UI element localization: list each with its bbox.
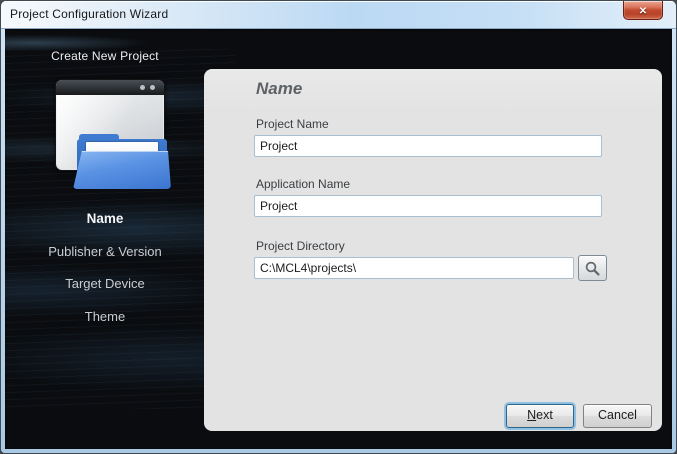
next-button-label: ext <box>536 408 553 422</box>
project-name-input[interactable] <box>254 135 602 157</box>
icon-window-titlebar <box>56 80 164 95</box>
sidebar-item-name[interactable]: Name <box>5 211 205 229</box>
step-panel: Name Project Name Application Name Proje… <box>204 69 662 431</box>
sidebar-item-publisher-version[interactable]: Publisher & Version <box>5 244 205 262</box>
project-directory-input[interactable] <box>254 257 574 279</box>
screen: Project Configuration Wizard ✕ Create Ne… <box>0 0 677 454</box>
project-directory-label: Project Directory <box>256 239 345 253</box>
sidebar-header: Create New Project <box>5 49 205 67</box>
open-folder-icon <box>73 133 171 189</box>
window-body: Create New Project Name Publisher & Vers… <box>1 29 676 453</box>
window-title: Project Configuration Wizard <box>10 7 168 21</box>
close-icon: ✕ <box>639 6 647 17</box>
sidebar-item-theme[interactable]: Theme <box>5 309 205 327</box>
application-name-label: Application Name <box>256 177 350 191</box>
folder-front <box>73 151 171 189</box>
titlebar[interactable]: Project Configuration Wizard ✕ <box>1 1 676 29</box>
sidebar-item-target-device[interactable]: Target Device <box>5 276 205 294</box>
application-name-input[interactable] <box>254 195 602 217</box>
next-button[interactable]: Next <box>506 404 574 428</box>
close-button[interactable]: ✕ <box>623 1 663 20</box>
next-button-mnemonic: N <box>527 408 536 422</box>
wizard-window: Project Configuration Wizard ✕ Create Ne… <box>0 0 677 454</box>
browse-directory-button[interactable] <box>578 255 607 281</box>
wizard-content: Create New Project Name Publisher & Vers… <box>5 29 672 449</box>
page-title: Name <box>256 79 302 99</box>
magnifier-icon <box>584 260 601 277</box>
cancel-button[interactable]: Cancel <box>583 404 652 428</box>
project-name-label: Project Name <box>256 117 329 131</box>
